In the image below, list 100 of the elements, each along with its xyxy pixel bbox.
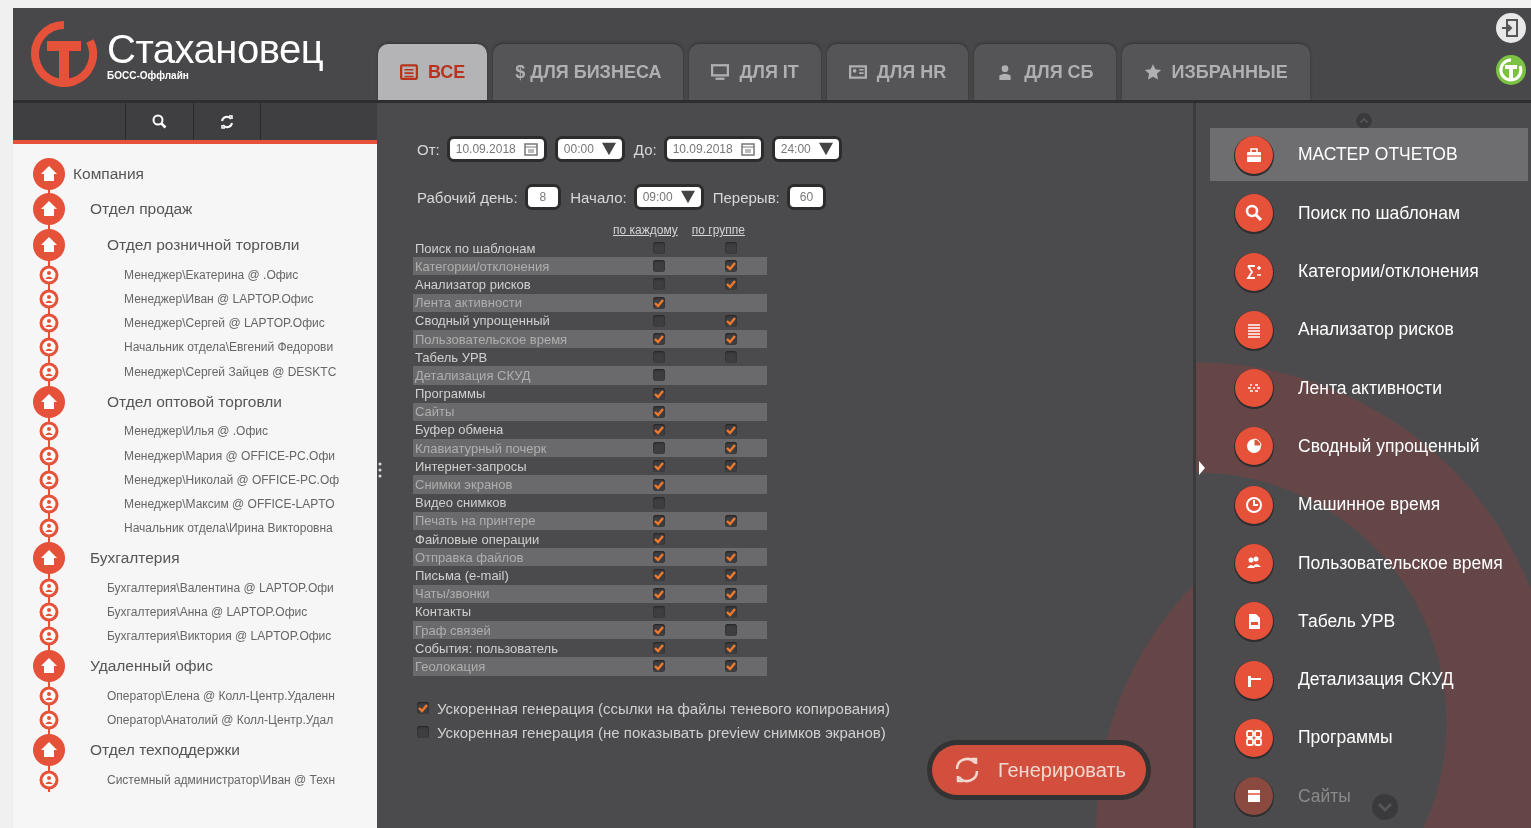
splitter-handle-icon[interactable] — [378, 461, 382, 479]
tree-item[interactable]: Менеджер\Екатерина @ .Офис — [124, 267, 299, 282]
report-name: Программы — [414, 386, 487, 402]
tab[interactable]: ДЛЯ IT — [689, 44, 821, 100]
checkbox[interactable] — [653, 278, 666, 291]
refresh-button[interactable] — [193, 103, 261, 140]
time-dropdown[interactable]: 00:00 — [557, 139, 622, 159]
tree-item[interactable]: Менеджер\Максим @ OFFICE-LAPTO — [124, 496, 335, 511]
report-menu-item[interactable]: МАСТЕР ОТЧЕТОВ — [1210, 128, 1528, 182]
checkbox[interactable] — [653, 460, 666, 473]
report-menu-item[interactable]: Пользовательское время — [1210, 536, 1528, 590]
tree-item[interactable]: Менеджер\Илья @ .Офис — [124, 424, 269, 439]
tree-item[interactable]: Бухгалтерия\Валентина @ LAPTOP.Офи — [107, 580, 334, 595]
tree-item[interactable]: Удаленный офис — [90, 657, 213, 676]
checkbox[interactable] — [725, 587, 738, 600]
checkbox[interactable] — [725, 423, 738, 436]
checkbox[interactable] — [653, 605, 666, 618]
checkbox[interactable] — [725, 514, 738, 527]
checkbox[interactable] — [653, 242, 666, 255]
checkbox[interactable] — [653, 587, 666, 600]
tree-item[interactable]: Менеджер\Николай @ OFFICE-PC.Оф — [124, 472, 340, 487]
tree-item[interactable]: Оператор\Анатолий @ Колл-Центр.Удал — [107, 713, 334, 728]
tree-item[interactable]: Менеджер\Сергей Зайцев @ DESKTC — [124, 364, 337, 379]
report-menu-item[interactable]: Детализация СКУД — [1210, 653, 1528, 707]
report-menu-item[interactable]: Анализатор рисков — [1210, 303, 1528, 357]
checkbox[interactable] — [417, 726, 429, 738]
tree-item[interactable]: Компания — [73, 164, 144, 183]
checkbox[interactable] — [653, 369, 666, 382]
checkbox[interactable] — [725, 551, 738, 564]
tab[interactable]: ДЛЯ HR — [826, 44, 969, 100]
checkbox[interactable] — [653, 351, 666, 364]
tree-item[interactable]: Отдел техподдержки — [90, 741, 240, 760]
checkbox[interactable] — [653, 314, 666, 327]
checkbox[interactable] — [653, 260, 666, 273]
tree-item[interactable]: Начальник отдела\Ирина Викторовна — [124, 521, 333, 536]
checkbox[interactable] — [653, 569, 666, 582]
checkbox[interactable] — [725, 442, 738, 455]
tree-item[interactable]: Бухгалтерия — [90, 549, 180, 568]
checkbox[interactable] — [725, 569, 738, 582]
checkbox[interactable] — [417, 702, 429, 714]
checkbox[interactable] — [725, 314, 738, 327]
column-link[interactable]: по группе — [691, 223, 745, 237]
break-field[interactable]: 60 — [789, 187, 824, 207]
tree-item[interactable]: Отдел оптовой торговли — [107, 392, 283, 411]
report-menu-item[interactable]: Машинное время — [1210, 478, 1528, 532]
checkbox[interactable] — [725, 333, 738, 346]
checkbox[interactable] — [725, 460, 738, 473]
checkbox[interactable] — [653, 496, 666, 509]
report-menu-item[interactable]: Сводный упрощенный — [1210, 419, 1528, 473]
checkbox[interactable] — [653, 624, 666, 637]
tree-item[interactable]: Системный администратор\Иван @ Техн — [107, 773, 336, 788]
checkbox[interactable] — [653, 296, 666, 309]
checkbox[interactable] — [653, 405, 666, 418]
checkbox[interactable] — [653, 514, 666, 527]
tree-item[interactable]: Менеджер\Мария @ OFFICE-PC.Офи — [124, 448, 335, 463]
checkbox[interactable] — [725, 624, 738, 637]
checkbox[interactable] — [725, 242, 738, 255]
report-menu-item[interactable]: Табель УРВ — [1210, 594, 1528, 648]
report-name: Контакты — [414, 604, 473, 620]
tab[interactable]: $ ДЛЯ БИЗНЕСА — [493, 44, 684, 100]
checkbox[interactable] — [653, 660, 666, 673]
column-link[interactable]: по каждому — [613, 223, 678, 237]
time-dropdown[interactable]: 09:00 — [636, 187, 701, 207]
tree-item[interactable]: Менеджер\Сергей @ LAPTOP.Офис — [124, 316, 325, 331]
checkbox[interactable] — [653, 533, 666, 546]
checkbox[interactable] — [725, 660, 738, 673]
checkbox[interactable] — [725, 260, 738, 273]
checkbox[interactable] — [653, 423, 666, 436]
report-menu-item[interactable]: Категории/отклонения — [1210, 245, 1528, 299]
date-field[interactable]: 10.09.2018 — [449, 139, 544, 159]
checkbox[interactable] — [653, 387, 666, 400]
checkbox[interactable] — [653, 333, 666, 346]
report-menu-item[interactable]: Лента активности — [1210, 361, 1528, 415]
tree-item[interactable]: Менеджер\Иван @ LAPTOP.Офис — [124, 292, 314, 307]
exit-icon[interactable] — [1495, 12, 1527, 44]
report-menu-item[interactable]: Поиск по шаблонам — [1210, 186, 1528, 240]
app-subtitle: БОСС-Оффлайн — [107, 69, 189, 81]
tree-item[interactable]: Начальник отдела\Евгений Федорови — [124, 340, 334, 355]
date-field[interactable]: 10.09.2018 — [666, 139, 761, 159]
checkbox[interactable] — [653, 442, 666, 455]
checkbox[interactable] — [725, 278, 738, 291]
checkbox[interactable] — [725, 605, 738, 618]
tab[interactable]: ИЗБРАННЫЕ — [1121, 44, 1310, 100]
tree-item[interactable]: Отдел розничной торговли — [107, 236, 300, 254]
checkbox[interactable] — [653, 478, 666, 491]
tab[interactable]: ВСЕ — [378, 44, 488, 100]
checkbox[interactable] — [653, 642, 666, 655]
checkbox[interactable] — [725, 642, 738, 655]
tree-item[interactable]: Отдел продаж — [90, 200, 193, 219]
expand-arrow-icon[interactable] — [1199, 461, 1205, 475]
workday-field[interactable]: 8 — [527, 187, 559, 207]
report-menu-item[interactable]: Программы — [1210, 711, 1528, 765]
checkbox[interactable] — [653, 551, 666, 564]
tab[interactable]: ДЛЯ СБ — [974, 44, 1116, 100]
checkbox[interactable] — [725, 351, 738, 364]
tree-item[interactable]: Оператор\Елена @ Колл-Центр.Удаленн — [107, 689, 335, 704]
tree-item[interactable]: Бухгалтерия\Виктория @ LAPTOP.Офис — [107, 629, 332, 644]
time-dropdown[interactable]: 24:00 — [774, 139, 839, 159]
tree-item[interactable]: Бухгалтерия\Анна @ LAPTOP.Офис — [107, 605, 308, 620]
app-logo-icon[interactable] — [1495, 54, 1527, 86]
